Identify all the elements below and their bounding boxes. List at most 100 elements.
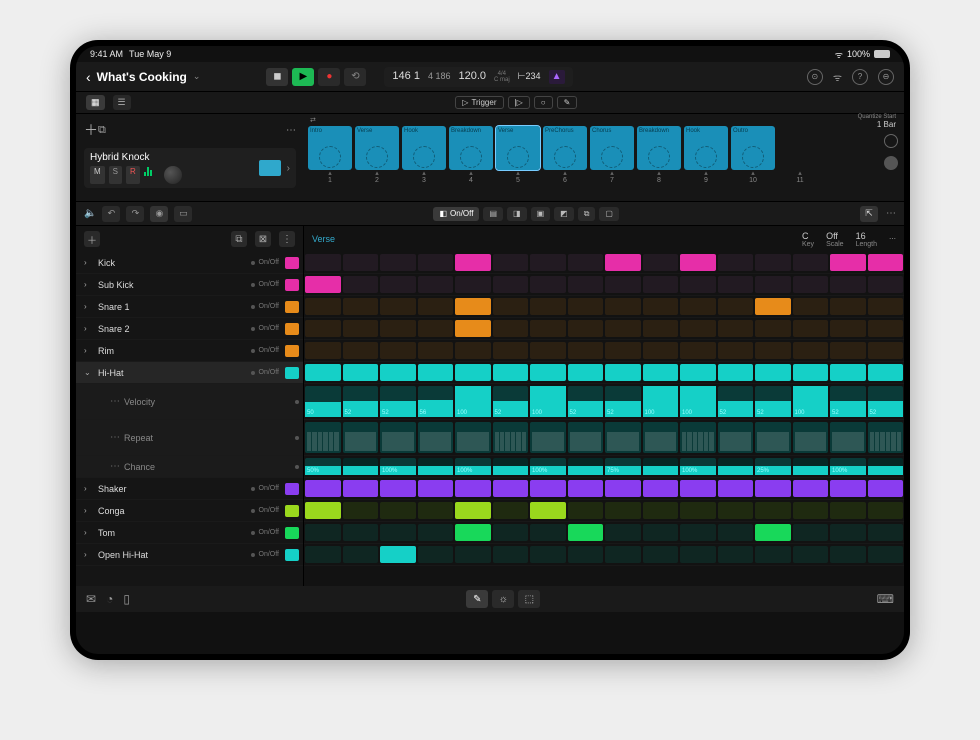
step[interactable]: 52	[568, 386, 604, 417]
column-trigger-8[interactable]: 8	[637, 172, 681, 184]
step[interactable]	[643, 480, 679, 497]
step[interactable]	[493, 276, 529, 293]
step[interactable]	[305, 254, 341, 271]
lane-tom[interactable]: ›TomOn/Off	[76, 522, 303, 544]
cell-5[interactable]: Verse	[496, 126, 540, 170]
step[interactable]	[830, 546, 866, 563]
step[interactable]	[568, 254, 604, 271]
step[interactable]	[530, 480, 566, 497]
step[interactable]	[343, 480, 379, 497]
step[interactable]	[643, 524, 679, 541]
step[interactable]	[455, 422, 491, 453]
step[interactable]	[830, 298, 866, 315]
step[interactable]	[755, 342, 791, 359]
column-trigger-3[interactable]: 3	[402, 172, 446, 184]
step[interactable]	[343, 364, 379, 381]
step[interactable]	[418, 254, 454, 271]
cell-2[interactable]: Verse	[355, 126, 399, 170]
column-trigger-6[interactable]: 6	[543, 172, 587, 184]
view-5-button[interactable]: ⧉	[578, 207, 596, 221]
step[interactable]	[830, 342, 866, 359]
camera-icon[interactable]: ◉	[150, 206, 168, 222]
view-2-button[interactable]: ◨	[507, 207, 527, 221]
loop-button-small[interactable]: ○	[534, 96, 553, 109]
step[interactable]	[605, 422, 641, 453]
step[interactable]	[868, 502, 904, 519]
step[interactable]	[418, 546, 454, 563]
sub-lane-repeat[interactable]: ⋯Repeat	[76, 420, 303, 456]
step[interactable]	[718, 458, 754, 475]
step[interactable]	[418, 298, 454, 315]
step[interactable]	[868, 524, 904, 541]
help-icon[interactable]: ?	[852, 69, 868, 85]
redo-button[interactable]: ↷	[126, 206, 144, 222]
step[interactable]	[868, 342, 904, 359]
gauge-icon[interactable]: ◔	[106, 592, 113, 606]
step[interactable]	[418, 422, 454, 453]
column-trigger-4[interactable]: 4	[449, 172, 493, 184]
trigger-mode-button[interactable]: ▷ Trigger	[455, 96, 503, 109]
quantize-display[interactable]: Quantize Start 1 Bar	[858, 114, 896, 129]
step[interactable]	[530, 342, 566, 359]
step[interactable]	[793, 480, 829, 497]
step[interactable]	[493, 480, 529, 497]
step[interactable]	[793, 502, 829, 519]
column-trigger-7[interactable]: 7	[590, 172, 634, 184]
step[interactable]: 52	[605, 386, 641, 417]
step[interactable]	[680, 546, 716, 563]
step[interactable]	[868, 364, 904, 381]
step[interactable]	[455, 298, 491, 315]
step[interactable]	[868, 480, 904, 497]
step[interactable]	[493, 546, 529, 563]
step[interactable]	[718, 298, 754, 315]
step[interactable]	[718, 364, 754, 381]
step[interactable]	[418, 480, 454, 497]
step[interactable]	[793, 364, 829, 381]
tuner-icon[interactable]: ▲	[549, 70, 565, 84]
step[interactable]	[755, 320, 791, 337]
step[interactable]	[568, 458, 604, 475]
step[interactable]	[605, 320, 641, 337]
step[interactable]	[305, 276, 341, 293]
play-button[interactable]: ▶	[292, 68, 314, 86]
step[interactable]	[343, 458, 379, 475]
key-selector[interactable]: CKey	[802, 231, 814, 248]
step[interactable]	[755, 364, 791, 381]
list-view-button[interactable]: ☰	[113, 95, 131, 110]
step[interactable]	[455, 524, 491, 541]
more-icon[interactable]: ⊖	[878, 69, 894, 85]
step[interactable]	[493, 502, 529, 519]
step[interactable]	[380, 320, 416, 337]
step[interactable]	[343, 320, 379, 337]
step[interactable]	[755, 422, 791, 453]
lane-sub-kick[interactable]: ›Sub KickOn/Off	[76, 274, 303, 296]
step[interactable]	[643, 276, 679, 293]
step[interactable]: 75%	[605, 458, 641, 475]
step[interactable]: 100	[680, 386, 716, 417]
step[interactable]	[755, 298, 791, 315]
column-trigger-5[interactable]: 5	[496, 172, 540, 184]
step[interactable]	[643, 502, 679, 519]
step[interactable]	[793, 422, 829, 453]
step[interactable]	[380, 342, 416, 359]
lane-snare-2[interactable]: ›Snare 2On/Off	[76, 318, 303, 340]
step[interactable]	[793, 524, 829, 541]
step[interactable]	[568, 546, 604, 563]
lane-rim[interactable]: ›RimOn/Off	[76, 340, 303, 362]
cell-7[interactable]: Chorus	[590, 126, 634, 170]
step[interactable]: 100	[530, 386, 566, 417]
step[interactable]: 100%	[380, 458, 416, 475]
step[interactable]	[868, 320, 904, 337]
step[interactable]	[755, 502, 791, 519]
undo-button[interactable]: ↶	[102, 206, 120, 222]
step[interactable]	[305, 422, 341, 453]
step[interactable]	[680, 276, 716, 293]
step[interactable]	[718, 524, 754, 541]
step[interactable]	[643, 298, 679, 315]
step[interactable]	[680, 298, 716, 315]
track-more-icon[interactable]: ⋯	[286, 125, 296, 136]
cycle-button[interactable]: ⟲	[344, 68, 366, 86]
step[interactable]: 52	[868, 386, 904, 417]
export-icon[interactable]: ⇱	[860, 206, 878, 222]
sub-lane-velocity[interactable]: ⋯Velocity	[76, 384, 303, 420]
